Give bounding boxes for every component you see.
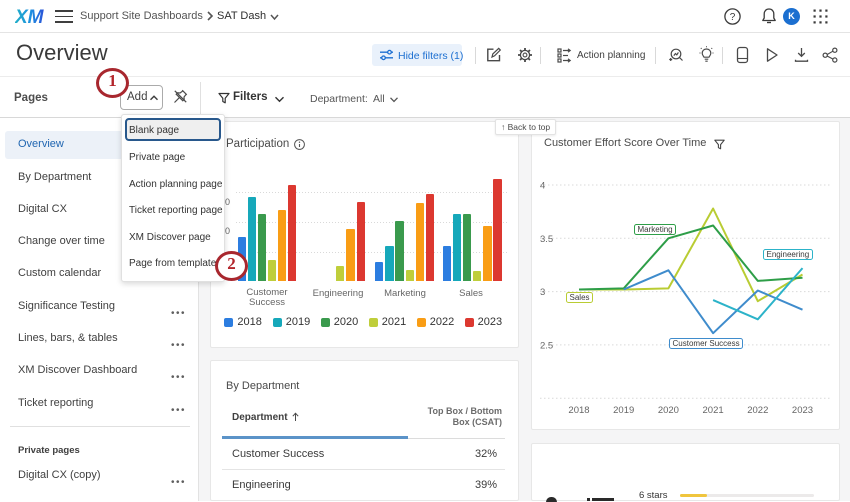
svg-text:3.5: 3.5 [540,234,553,245]
svg-text:2019: 2019 [613,405,634,416]
svg-text:4: 4 [540,181,545,192]
svg-text:2020: 2020 [658,405,679,416]
svg-text:2018: 2018 [568,405,589,416]
svg-text:3: 3 [540,287,545,298]
svg-text:2021: 2021 [703,405,724,416]
svg-text:?: ? [730,12,736,23]
svg-text:2023: 2023 [792,405,813,416]
svg-text:2.5: 2.5 [540,340,553,351]
svg-text:XM: XM [15,7,45,28]
svg-text:2022: 2022 [747,405,768,416]
